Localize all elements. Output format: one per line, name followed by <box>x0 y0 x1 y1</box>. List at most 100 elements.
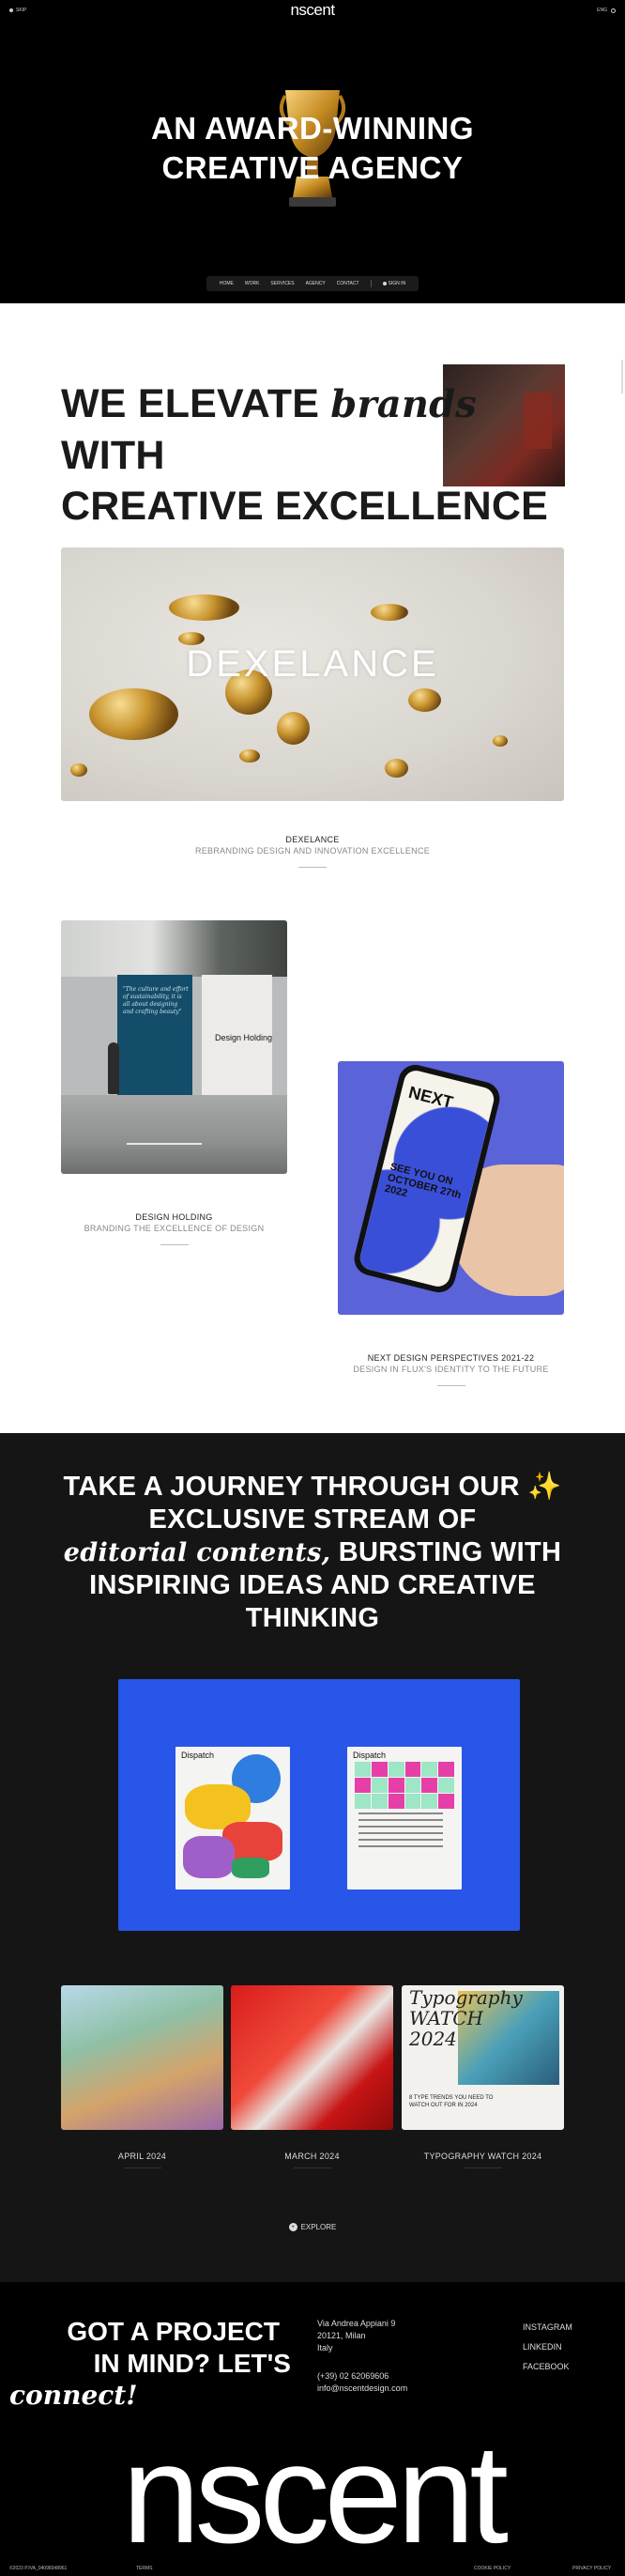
explore-button[interactable]: + EXPLORE <box>0 2223 625 2231</box>
news-title[interactable]: MARCH 2024 <box>284 2152 340 2161</box>
journey-line5: THINKING <box>245 1603 380 1633</box>
hero-section: SKIP nscent ENG AN AWARD-WINNING CREATIV… <box>0 0 625 303</box>
privacy-policy-link[interactable]: PRIVACY POLICY <box>572 2566 611 2571</box>
typography-card-text: 8 TYPE TRENDS YOU NEED TO WATCH OUT FOR … <box>409 2095 494 2108</box>
nav-agency[interactable]: AGENCY <box>306 281 326 286</box>
dispatch-feature[interactable]: Dispatch Dispatch <box>118 1679 520 1931</box>
caption-divider <box>436 1385 465 1386</box>
news-card-march[interactable] <box>231 1985 393 2130</box>
email-link[interactable]: info@nscentdesign.com <box>317 2383 407 2395</box>
cookie-policy-link[interactable]: COOKIE POLICY <box>474 2566 572 2571</box>
news-card-typography[interactable]: Typography WATCH 2024 8 TYPE TRENDS YOU … <box>402 1985 564 2130</box>
caption-divider <box>160 1244 189 1245</box>
purple-sticker <box>183 1836 235 1878</box>
main-nav: HOME WORK SERVICES AGENCY CONTACT SIGN I… <box>206 276 419 291</box>
social-facebook[interactable]: FACEBOOK <box>523 2357 572 2377</box>
journey-line4: INSPIRING IDEAS AND CREATIVE <box>89 1570 536 1600</box>
explore-label: EXPLORE <box>300 2223 337 2231</box>
contact-line1: GOT A PROJECT <box>67 2317 280 2346</box>
project-subtitle: DESIGN IN FLUX'S IDENTITY TO THE FUTURE <box>353 1365 549 1374</box>
elevate-heading: WE ELEVATE brands WITH CREATIVE EXCELLEN… <box>61 378 568 532</box>
site-logo[interactable]: nscent <box>0 1 625 20</box>
project-title[interactable]: NEXT DESIGN PERSPECTIVES 2021-22 <box>368 1353 535 1363</box>
nav-contact[interactable]: CONTACT <box>337 281 359 286</box>
journey-line1: TAKE A JOURNEY THROUGH OUR ✨ <box>63 1472 562 1502</box>
project-title[interactable]: DESIGN HOLDING <box>135 1212 212 1222</box>
gold-blob <box>239 749 260 763</box>
typography-card-title: Typography WATCH 2024 <box>409 1986 523 2050</box>
news-card-april[interactable] <box>61 1985 223 2130</box>
site-footer: GOT A PROJECT IN MIND? LET'S connect! Vi… <box>0 2282 625 2576</box>
project-card-next[interactable]: NEXT SEE YOU ON OCTOBER 27th 2022 <box>338 1061 564 1315</box>
project-title[interactable]: DEXELANCE <box>285 835 339 844</box>
journey-line3-b: BURSTING WITH <box>330 1537 562 1567</box>
nav-services[interactable]: SERVICES <box>270 281 294 286</box>
nav-divider <box>370 280 372 287</box>
gold-blob <box>89 688 178 740</box>
social-linkedin[interactable]: LINKEDIN <box>523 2337 572 2357</box>
gold-blob <box>371 604 408 621</box>
caption-divider <box>123 2167 161 2168</box>
menu-icon <box>611 8 616 13</box>
nav-home[interactable]: HOME <box>220 281 234 286</box>
social-links: INSTAGRAM LINKEDIN FACEBOOK <box>523 2318 572 2377</box>
user-icon <box>382 282 387 285</box>
projects-section: WE ELEVATE brands WITH CREATIVE EXCELLEN… <box>0 303 625 1433</box>
contact-line2: IN MIND? LET'S <box>93 2349 291 2378</box>
signin-button[interactable]: SIGN IN <box>382 281 406 286</box>
contact-line3[interactable]: connect! <box>9 2380 291 2412</box>
address-line: 20121, Milan <box>317 2331 366 2340</box>
news-caption-april: APRIL 2024 <box>61 2152 223 2168</box>
contact-heading: GOT A PROJECT IN MIND? LET'S connect! <box>9 2316 291 2412</box>
magazine-lines <box>358 1812 443 1852</box>
elevate-line2: CREATIVE EXCELLENCE <box>61 484 549 529</box>
language-switch[interactable]: ENG <box>597 8 616 13</box>
project-card-dexelance[interactable]: DEXELANCE <box>61 548 564 801</box>
address-line: Via Andrea Appiani 9 <box>317 2319 396 2328</box>
gold-blob <box>277 712 310 745</box>
legal-bar: ©2023 P.IVA_04098348961 TERMS COOKIE POL… <box>9 2566 616 2571</box>
news-title[interactable]: APRIL 2024 <box>118 2152 166 2161</box>
caption-divider <box>293 2167 331 2168</box>
gold-blob <box>408 688 441 712</box>
project-subtitle: REBRANDING DESIGN AND INNOVATION EXCELLE… <box>194 846 431 856</box>
magazine-grid <box>355 1762 454 1809</box>
journal-section: TAKE A JOURNEY THROUGH OUR ✨ EXCLUSIVE S… <box>0 1433 625 2341</box>
dispatch-magazine-1: Dispatch <box>175 1747 290 1890</box>
pedestrian <box>108 1042 119 1094</box>
hero-title-line1: AN AWARD-WINNING <box>150 111 475 146</box>
scrollbar[interactable] <box>621 360 623 393</box>
design-holding-wordmark: Design Holding <box>215 1033 273 1042</box>
caption-divider <box>298 867 327 868</box>
copyright: ©2023 P.IVA_04098348961 <box>9 2566 68 2571</box>
elevate-line1-em: brands <box>330 382 478 426</box>
project-subtitle: BRANDING THE EXCELLENCE OF DESIGN <box>84 1224 265 1233</box>
news-title[interactable]: TYPOGRAPHY WATCH 2024 <box>424 2152 542 2161</box>
contact-block: (+39) 02 62069606 info@nscentdesign.com <box>317 2370 407 2395</box>
plus-icon: + <box>288 2223 297 2231</box>
hero-title-line2: CREATIVE AGENCY <box>161 150 464 185</box>
nav-work[interactable]: WORK <box>245 281 260 286</box>
footer-logo: nscent <box>122 2414 509 2572</box>
building-image <box>61 920 287 977</box>
project-card-design-holding[interactable]: "The culture and effort of sustainabilit… <box>61 920 287 1174</box>
phone-link[interactable]: (+39) 02 62069606 <box>317 2370 407 2383</box>
gold-blob <box>70 764 87 777</box>
news-caption-march: MARCH 2024 <box>231 2152 393 2168</box>
hero-title: AN AWARD-WINNING CREATIVE AGENCY <box>0 109 625 188</box>
signin-label: SIGN IN <box>388 281 406 286</box>
elevate-line1-b: WITH <box>61 433 165 478</box>
terms-link[interactable]: TERMS <box>136 2566 474 2571</box>
journey-line3-em: editorial contents, <box>63 1538 331 1567</box>
street <box>61 1095 287 1174</box>
dexelance-wordmark: DEXELANCE <box>186 643 439 685</box>
magazine-title: Dispatch <box>353 1751 387 1760</box>
project-caption-next: NEXT DESIGN PERSPECTIVES 2021-22 DESIGN … <box>338 1353 564 1386</box>
street-stripe <box>127 1143 202 1145</box>
language-label: ENG <box>597 8 607 13</box>
magazine-title: Dispatch <box>181 1751 215 1760</box>
dispatch-magazine-2: Dispatch <box>347 1747 462 1890</box>
journey-line2: EXCLUSIVE STREAM OF <box>148 1504 477 1535</box>
social-instagram[interactable]: INSTAGRAM <box>523 2318 572 2337</box>
gold-blob <box>385 759 408 778</box>
